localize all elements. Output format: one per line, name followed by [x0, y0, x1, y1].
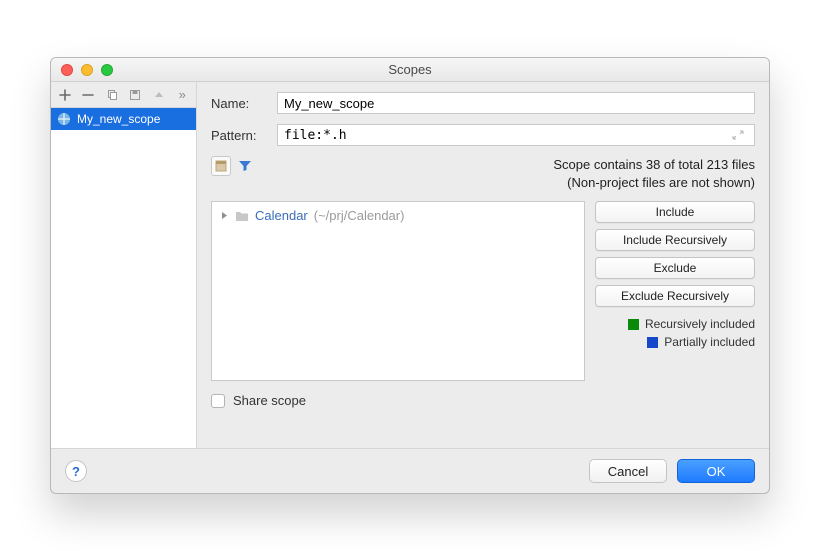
stats-line-2: (Non-project files are not shown)	[553, 174, 755, 192]
dialog-body: » My_new_scope Name: My_new_scope	[51, 82, 769, 448]
ok-button[interactable]: OK	[677, 459, 755, 483]
copy-scope-button[interactable]	[104, 87, 120, 103]
expand-pattern-icon[interactable]	[728, 130, 748, 140]
scope-action-buttons: Include Include Recursively Exclude Excl…	[595, 201, 755, 381]
main-panel: Name: My_new_scope Pattern: file:*.h	[197, 82, 769, 448]
window-title: Scopes	[51, 62, 769, 77]
legend-swatch-recursively	[628, 319, 639, 330]
share-scope-checkbox[interactable]	[211, 394, 225, 408]
legend-recursively: Recursively included	[595, 317, 755, 331]
tree-view-toggle[interactable]	[211, 156, 231, 176]
file-tree[interactable]: Calendar (~/prj/Calendar)	[211, 201, 585, 381]
close-icon[interactable]	[61, 64, 73, 76]
filter-icon[interactable]	[237, 158, 253, 174]
move-up-button[interactable]	[151, 87, 167, 103]
add-scope-button[interactable]	[57, 87, 73, 103]
window-controls	[51, 64, 113, 76]
remove-scope-button[interactable]	[81, 87, 97, 103]
legend-partially: Partially included	[595, 335, 755, 349]
folder-icon	[235, 210, 249, 222]
legend-swatch-partially	[647, 337, 658, 348]
include-recursively-button[interactable]: Include Recursively	[595, 229, 755, 251]
tree-row[interactable]: Calendar (~/prj/Calendar)	[220, 208, 576, 223]
name-input[interactable]: My_new_scope	[277, 92, 755, 114]
tree-item-path: (~/prj/Calendar)	[314, 208, 405, 223]
tree-toolbar-row: Scope contains 38 of total 213 files (No…	[211, 156, 755, 191]
help-button[interactable]: ?	[65, 460, 87, 482]
dialog-footer: ? Cancel OK	[51, 448, 769, 493]
titlebar: Scopes	[51, 58, 769, 82]
name-row: Name: My_new_scope	[211, 92, 755, 114]
share-scope-row: Share scope	[211, 391, 755, 412]
include-button[interactable]: Include	[595, 201, 755, 223]
disclosure-triangle-icon[interactable]	[220, 211, 229, 220]
scope-list-item-label: My_new_scope	[77, 112, 160, 126]
tree-item-name: Calendar	[255, 208, 308, 223]
content-row: Calendar (~/prj/Calendar) Include Includ…	[211, 201, 755, 381]
name-label: Name:	[211, 96, 267, 111]
scope-stats: Scope contains 38 of total 213 files (No…	[553, 156, 755, 191]
pattern-input[interactable]: file:*.h	[277, 124, 755, 146]
pattern-label: Pattern:	[211, 128, 267, 143]
sidebar-toolbar: »	[51, 82, 196, 108]
more-actions-button[interactable]: »	[175, 87, 191, 103]
dialog-window: Scopes »	[50, 57, 770, 494]
cancel-button[interactable]: Cancel	[589, 459, 667, 483]
stats-line-1: Scope contains 38 of total 213 files	[553, 156, 755, 174]
pattern-row: Pattern: file:*.h	[211, 124, 755, 146]
scope-icon	[57, 112, 71, 126]
legend: Recursively included Partially included	[595, 317, 755, 349]
minimize-icon[interactable]	[81, 64, 93, 76]
scope-list[interactable]: My_new_scope	[51, 108, 196, 448]
sidebar: » My_new_scope	[51, 82, 197, 448]
share-scope-label: Share scope	[233, 393, 306, 408]
exclude-button[interactable]: Exclude	[595, 257, 755, 279]
save-scope-button[interactable]	[128, 87, 144, 103]
zoom-icon[interactable]	[101, 64, 113, 76]
exclude-recursively-button[interactable]: Exclude Recursively	[595, 285, 755, 307]
scope-list-item[interactable]: My_new_scope	[51, 108, 196, 130]
